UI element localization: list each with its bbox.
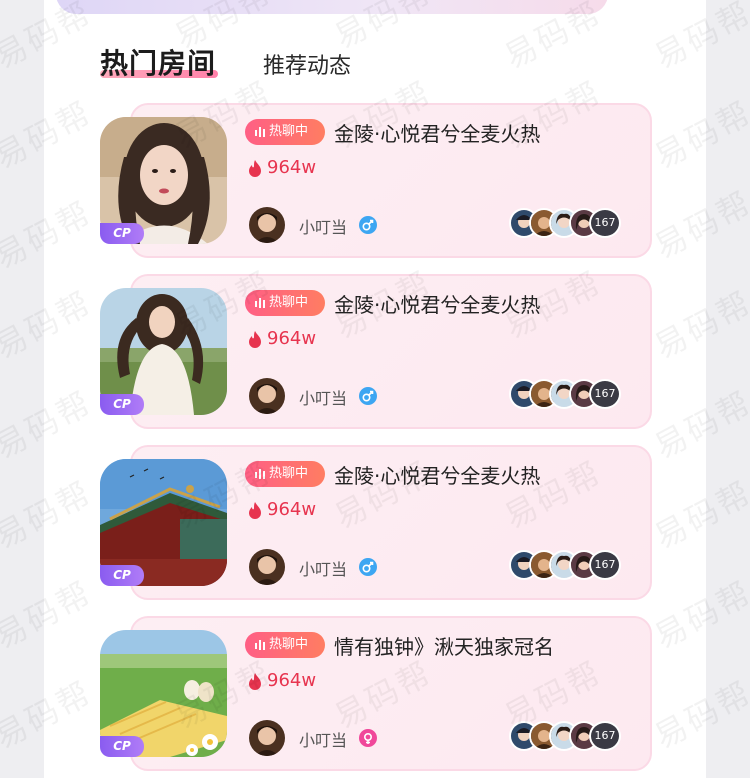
tab-recommended-feed[interactable]: 推荐动态 — [263, 48, 351, 80]
room-name: 金陵·心悦君兮全麦火热 — [334, 293, 541, 317]
sound-wave-icon — [255, 298, 265, 308]
hot-chat-label: 热聊中 — [269, 295, 309, 310]
host-name: 小叮当 — [299, 218, 348, 237]
sound-wave-icon — [255, 127, 265, 137]
cp-badge: CP — [100, 223, 144, 244]
audience-avatars[interactable]: 167 — [509, 208, 621, 240]
room-card[interactable]: CP 热聊中 金陵·心悦君兮全麦火热 964w 小叮当 167 — [100, 103, 652, 272]
room-name: 金陵·心悦君兮全麦火热 — [334, 464, 541, 488]
room-card[interactable]: CP 热聊中 情有独钟》湫天独家冠名 964w 小叮当 167 — [100, 616, 652, 778]
audience-count: 167 — [589, 379, 621, 409]
room-heat: 964w — [267, 670, 317, 691]
male-icon — [359, 216, 377, 234]
audience-count: 167 — [589, 208, 621, 238]
room-heat: 964w — [267, 499, 317, 520]
host-name: 小叮当 — [299, 389, 348, 408]
room-card[interactable]: CP 热聊中 金陵·心悦君兮全麦火热 964w 小叮当 167 — [100, 445, 652, 614]
sound-wave-icon — [255, 640, 265, 650]
audience-count: 167 — [589, 550, 621, 580]
fire-icon — [249, 331, 261, 348]
host-avatar[interactable] — [249, 720, 285, 756]
audience-count: 167 — [589, 721, 621, 751]
room-heat: 964w — [267, 157, 317, 178]
room-name: 情有独钟》湫天独家冠名 — [334, 635, 554, 659]
host-name: 小叮当 — [299, 560, 348, 579]
hot-chat-label: 热聊中 — [269, 124, 309, 139]
audience-avatars[interactable]: 167 — [509, 721, 621, 753]
audience-avatars[interactable]: 167 — [509, 550, 621, 582]
cp-badge: CP — [100, 394, 144, 415]
room-heat: 964w — [267, 328, 317, 349]
hot-chat-tag: 热聊中 — [245, 290, 325, 316]
fire-icon — [249, 502, 261, 519]
top-banner[interactable] — [56, 0, 608, 14]
sound-wave-icon — [255, 469, 265, 479]
room-name: 金陵·心悦君兮全麦火热 — [334, 122, 541, 146]
female-icon — [359, 729, 377, 747]
host-name: 小叮当 — [299, 731, 348, 750]
hot-chat-label: 热聊中 — [269, 466, 309, 481]
room-card[interactable]: CP 热聊中 金陵·心悦君兮全麦火热 964w 小叮当 167 — [100, 274, 652, 443]
host-avatar[interactable] — [249, 378, 285, 414]
fire-icon — [249, 160, 261, 177]
hot-chat-tag: 热聊中 — [245, 119, 325, 145]
tab-hot-rooms[interactable]: 热门房间 — [100, 42, 216, 82]
male-icon — [359, 387, 377, 405]
hot-chat-tag: 热聊中 — [245, 461, 325, 487]
host-avatar[interactable] — [249, 549, 285, 585]
cp-badge: CP — [100, 565, 144, 586]
hot-chat-tag: 热聊中 — [245, 632, 325, 658]
fire-icon — [249, 673, 261, 690]
cp-badge: CP — [100, 736, 144, 757]
audience-avatars[interactable]: 167 — [509, 379, 621, 411]
hot-chat-label: 热聊中 — [269, 637, 309, 652]
male-icon — [359, 558, 377, 576]
host-avatar[interactable] — [249, 207, 285, 243]
